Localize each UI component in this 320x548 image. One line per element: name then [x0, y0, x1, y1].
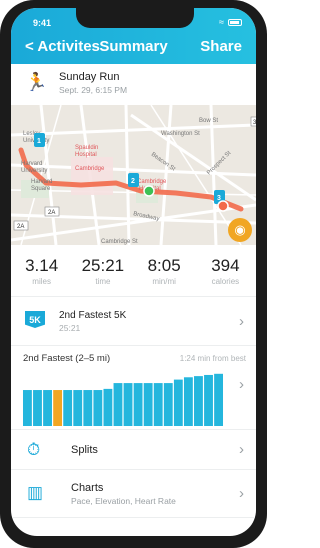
- route-shield: 2A: [17, 224, 24, 230]
- chevron-right-icon: ›: [239, 441, 244, 458]
- splits-row[interactable]: ⏱ Splits ›: [11, 430, 256, 470]
- charts-row[interactable]: ▥ Charts Pace, Elevation, Heart Rate ›: [11, 470, 256, 518]
- camera-icon: ◉: [234, 222, 246, 237]
- route-shield: 3: [253, 120, 256, 126]
- chart-bar: [73, 390, 83, 426]
- status-time: 9:41: [33, 18, 52, 28]
- comparison-delta: 1:24 min from best: [179, 354, 246, 363]
- chevron-right-icon: ›: [239, 376, 244, 393]
- wifi-icon: ≈: [219, 17, 224, 27]
- comparison-card[interactable]: 2nd Fastest (2–5 mi) 1:24 min from best …: [11, 346, 256, 430]
- status-icons: ≈: [219, 17, 242, 27]
- stat-time: 25:21 time: [72, 245, 133, 296]
- chart-bar: [214, 373, 223, 426]
- mile-marker-2: 2: [131, 178, 135, 185]
- chart-bar-current: [53, 390, 63, 426]
- chart-bar: [103, 388, 113, 426]
- battery-icon: [228, 18, 242, 26]
- splits-label: Splits: [71, 444, 98, 456]
- map-label: Square: [31, 186, 51, 192]
- achievement-title: 2nd Fastest 5K: [59, 310, 127, 321]
- map-label: Bow St: [199, 118, 218, 124]
- stat-value: 3.14: [25, 256, 59, 275]
- charts-label: Charts: [71, 482, 104, 494]
- map-label: Cambridge: [137, 179, 167, 185]
- start-pin: [143, 185, 155, 197]
- finish-pin: [217, 200, 229, 212]
- map-canvas: Lesley University Harvard University Har…: [11, 105, 256, 245]
- screen: 9:41 ≈ < Activites Summary Share 🏃 Sunda…: [11, 8, 256, 536]
- stat-distance: 3.14 miles: [11, 245, 72, 296]
- bar-chart-icon: ▥: [27, 483, 44, 502]
- comparison-title: 2nd Fastest (2–5 mi): [23, 353, 111, 364]
- camera-button[interactable]: ◉: [228, 218, 252, 242]
- nav-bar: < Activites Summary Share: [11, 36, 256, 60]
- chart-bar: [173, 379, 183, 426]
- run-date: Sept. 29, 6:15 PM: [59, 85, 128, 95]
- chart-bar: [43, 390, 52, 426]
- chart-bar: [63, 390, 73, 426]
- chart-bar: [183, 377, 193, 426]
- chart-bar: [113, 383, 123, 426]
- stat-calories: 394 calories: [195, 245, 256, 296]
- charts-sublabel: Pace, Elevation, Heart Rate: [71, 496, 176, 506]
- map-label: University: [21, 168, 47, 174]
- stat-label: min/mi: [152, 277, 176, 286]
- route-shield: 2A: [48, 210, 55, 216]
- chart-bar: [153, 383, 163, 426]
- map-label: Hospital: [75, 152, 97, 158]
- chevron-right-icon: ›: [239, 313, 244, 330]
- map-label: Spauldin: [75, 145, 98, 151]
- chart-bar: [83, 390, 93, 426]
- chevron-right-icon: ›: [239, 485, 244, 502]
- route-map[interactable]: Lesley University Harvard University Har…: [11, 105, 256, 245]
- share-button[interactable]: Share: [200, 38, 242, 55]
- phone-frame: 9:41 ≈ < Activites Summary Share 🏃 Sunda…: [0, 0, 267, 548]
- map-label: Washington St: [161, 131, 200, 137]
- chart-bar: [163, 383, 173, 426]
- stat-value: 8:05: [147, 256, 181, 275]
- running-icon: 🏃: [25, 72, 48, 92]
- stats-bar: 3.14 miles 25:21 time 8:05 min/mi 394 ca…: [11, 245, 256, 297]
- chart-bar: [194, 376, 203, 426]
- mile-marker-1: 1: [37, 138, 41, 145]
- stat-value: 25:21: [81, 256, 125, 275]
- chart-bar: [133, 383, 143, 426]
- stopwatch-icon: ⏱: [27, 440, 41, 459]
- comparison-chart: [23, 373, 223, 426]
- chart-bar: [93, 390, 103, 426]
- stat-label: calories: [211, 277, 240, 286]
- map-label: Cambridge: [75, 166, 105, 172]
- stat-value: 394: [211, 256, 240, 275]
- chart-bar: [143, 383, 153, 426]
- stat-label: miles: [32, 277, 51, 286]
- achievement-time: 25:21: [59, 323, 81, 333]
- 5k-badge-icon: 5K: [25, 311, 45, 328]
- chart-bar: [23, 390, 32, 426]
- chart-bar: [123, 383, 133, 426]
- run-title: Sunday Run: [59, 71, 120, 83]
- run-header: 🏃 Sunday Run Sept. 29, 6:15 PM: [11, 64, 256, 105]
- map-label: Harvard: [21, 161, 42, 167]
- stat-label: time: [95, 277, 111, 286]
- notch: [76, 8, 194, 28]
- map-label: Harvard: [31, 179, 52, 185]
- achievement-row[interactable]: 5K 2nd Fastest 5K 25:21 ›: [11, 298, 256, 346]
- chart-bar: [33, 390, 42, 426]
- stat-pace: 8:05 min/mi: [134, 245, 195, 296]
- chart-bar: [204, 374, 213, 426]
